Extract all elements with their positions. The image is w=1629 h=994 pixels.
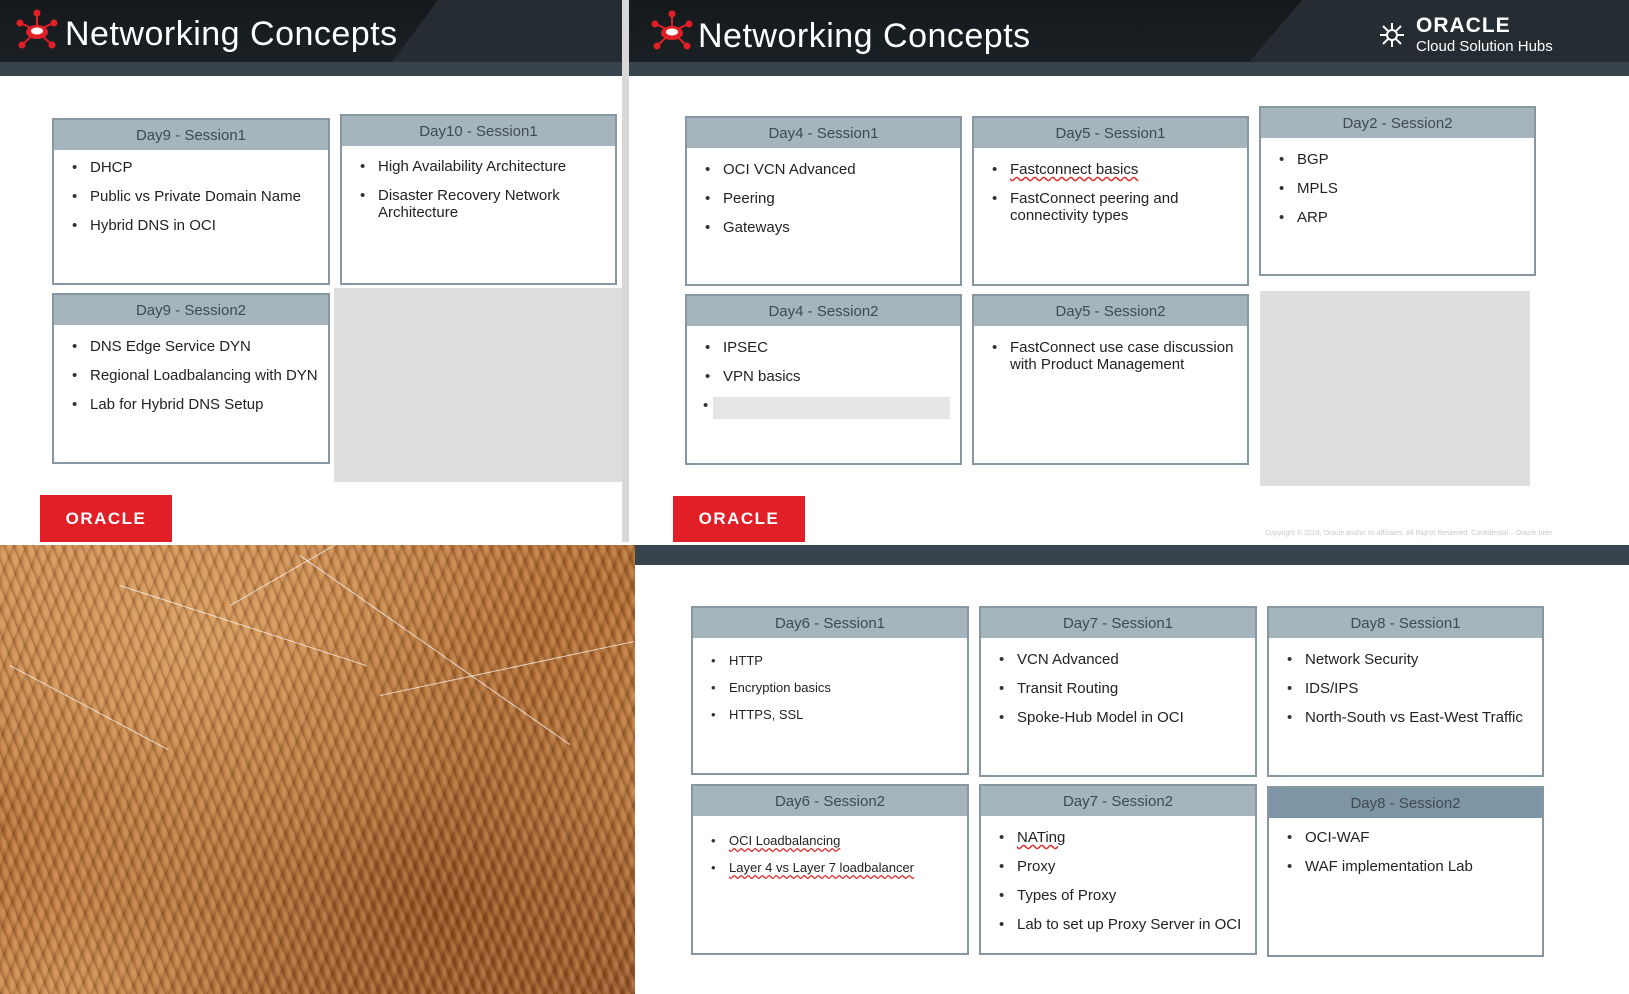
brand-lockup: ORACLE Cloud Solution Hubs — [1416, 14, 1553, 55]
topic-item: WAF implementation Lab — [1287, 858, 1532, 875]
copyright-text: Copyright © 2019, Oracle and/or its affi… — [1265, 530, 1553, 537]
topic-item: Public vs Private Domain Name — [72, 188, 318, 205]
topic-item: VPN basics — [705, 368, 950, 385]
session-heading: Day9 - Session2 — [54, 295, 328, 325]
empty-topic-item — [703, 397, 950, 419]
topic-item: NATing — [999, 829, 1245, 846]
page-title: Networking Concepts — [698, 17, 1031, 55]
brand-name: ORACLE — [1416, 14, 1511, 37]
topic-item: DHCP — [72, 159, 318, 176]
cloud-hub-icon — [16, 9, 58, 49]
topic-item: IDS/IPS — [1287, 680, 1532, 697]
topic-item: Disaster Recovery Network Architecture — [360, 187, 605, 221]
topic-item: Transit Routing — [999, 680, 1245, 697]
topic-item: OCI-WAF — [1287, 829, 1532, 846]
cloud-hub-icon — [651, 10, 693, 50]
session-card: Day8 - Session1 Network Security IDS/IPS… — [1267, 606, 1544, 777]
session-card: Day5 - Session2 FastConnect use case dis… — [972, 294, 1249, 465]
topic-item: OCI VCN Advanced — [705, 161, 950, 178]
topic-item: Types of Proxy — [999, 887, 1245, 904]
topic-item: Lab to set up Proxy Server in OCI — [999, 916, 1245, 933]
topic-item: Proxy — [999, 858, 1245, 875]
oracle-logo: ORACLE — [40, 495, 172, 542]
session-card: Day10 - Session1 High Availability Archi… — [340, 114, 617, 285]
placeholder-block — [1260, 291, 1530, 486]
session-heading: Day9 - Session1 — [54, 120, 328, 150]
topic-item: MPLS — [1279, 180, 1524, 197]
topic-item: HTTPS, SSL — [711, 706, 957, 723]
session-heading: Day4 - Session1 — [687, 118, 960, 148]
topic-item: North-South vs East-West Traffic — [1287, 709, 1532, 726]
topic-item: OCI Loadbalancing — [711, 832, 957, 849]
topic-item: FastConnect peering and connectivity typ… — [992, 190, 1237, 224]
session-card: Day6 - Session2 OCI Loadbalancing Layer … — [691, 784, 969, 955]
slide-right: Networking Concepts ORACLE Cloud Solutio… — [622, 0, 1629, 542]
session-heading: Day5 - Session1 — [974, 118, 1247, 148]
topic-item: ARP — [1279, 209, 1524, 226]
topic-item: Network Security — [1287, 651, 1532, 668]
slide-left: Networking Concepts Day9 - Session1 DHCP… — [0, 0, 622, 542]
brand-subtitle: Cloud Solution Hubs — [1416, 38, 1553, 55]
session-card: Day8 - Session2 OCI-WAF WAF implementati… — [1267, 786, 1544, 957]
topic-item: Regional Loadbalancing with DYN — [72, 367, 318, 384]
topic-item: Peering — [705, 190, 950, 207]
session-heading: Day6 - Session1 — [693, 608, 967, 638]
topic-item: VCN Advanced — [999, 651, 1245, 668]
fur-photo — [0, 505, 635, 994]
topic-item: IPSEC — [705, 339, 950, 356]
topic-item: Hybrid DNS in OCI — [72, 217, 318, 234]
session-card: Day4 - Session2 IPSEC VPN basics — [685, 294, 962, 465]
topic-item: Fastconnect basics — [992, 161, 1237, 178]
slide-bottom: Day6 - Session1 HTTP Encryption basics H… — [635, 545, 1629, 994]
session-heading: Day4 - Session2 — [687, 296, 960, 326]
session-card: Day9 - Session2 DNS Edge Service DYN Reg… — [52, 293, 330, 464]
session-card: Day9 - Session1 DHCP Public vs Private D… — [52, 118, 330, 285]
topic-item: HTTP — [711, 652, 957, 669]
session-card: Day5 - Session1 Fastconnect basics FastC… — [972, 116, 1249, 286]
topic-item: Layer 4 vs Layer 7 loadbalancer — [711, 859, 957, 876]
topic-item: Lab for Hybrid DNS Setup — [72, 396, 318, 413]
topic-item: DNS Edge Service DYN — [72, 338, 318, 355]
topic-item: FastConnect use case discussion with Pro… — [992, 339, 1237, 373]
session-card: Day6 - Session1 HTTP Encryption basics H… — [691, 606, 969, 775]
session-heading: Day7 - Session2 — [981, 786, 1255, 816]
session-heading: Day8 - Session2 — [1269, 788, 1542, 818]
session-card: Day7 - Session1 VCN Advanced Transit Rou… — [979, 606, 1257, 777]
session-card: Day2 - Session2 BGP MPLS ARP — [1259, 106, 1536, 276]
session-heading: Day7 - Session1 — [981, 608, 1255, 638]
session-heading: Day10 - Session1 — [342, 116, 615, 146]
slide-header-band — [635, 545, 1629, 565]
session-heading: Day5 - Session2 — [974, 296, 1247, 326]
session-card: Day4 - Session1 OCI VCN Advanced Peering… — [685, 116, 962, 286]
topic-item: Spoke-Hub Model in OCI — [999, 709, 1245, 726]
session-heading: Day2 - Session2 — [1261, 108, 1534, 138]
session-card: Day7 - Session2 NATing Proxy Types of Pr… — [979, 784, 1257, 955]
topic-item: Encryption basics — [711, 679, 957, 696]
session-heading: Day6 - Session2 — [693, 786, 967, 816]
page-title: Networking Concepts — [65, 15, 398, 53]
hub-network-icon — [1380, 23, 1404, 47]
topic-item: Gateways — [705, 219, 950, 236]
topic-item: High Availability Architecture — [360, 158, 605, 175]
placeholder-block — [334, 288, 622, 482]
oracle-logo: ORACLE — [673, 496, 805, 542]
topic-item: BGP — [1279, 151, 1524, 168]
session-heading: Day8 - Session1 — [1269, 608, 1542, 638]
